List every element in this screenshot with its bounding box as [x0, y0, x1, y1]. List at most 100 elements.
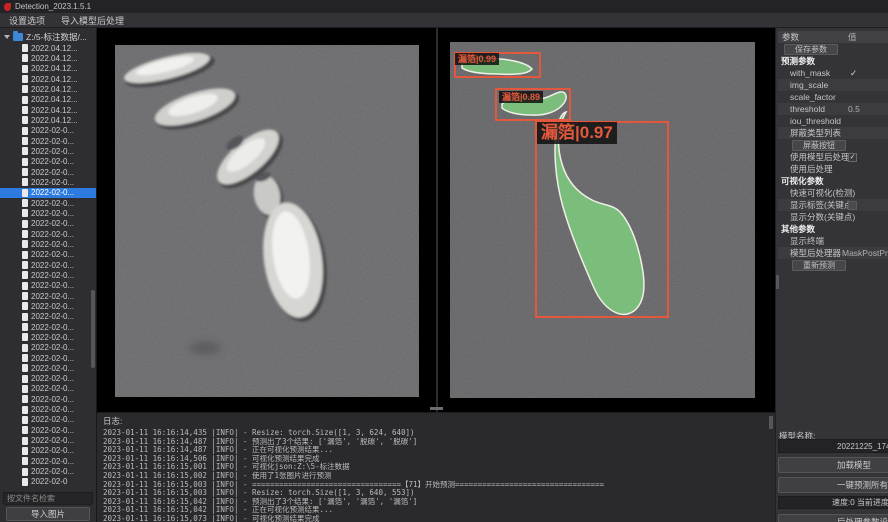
tree-item[interactable]: 2022.04.12... [0, 95, 96, 105]
file-icon [22, 168, 28, 176]
search-input[interactable] [3, 492, 93, 505]
file-icon [22, 209, 28, 217]
tree-item[interactable]: 2022-02-0... [0, 281, 96, 291]
check-icon[interactable]: ✓ [850, 68, 857, 79]
import-images-button[interactable]: 导入图片 [6, 507, 90, 521]
tree-item[interactable]: 2022-02-0... [0, 435, 96, 445]
predict-all-button[interactable]: 一键预测所有图片 [778, 477, 888, 493]
tree-item[interactable]: 2022-02-0... [0, 425, 96, 435]
load-model-button[interactable]: 加载模型 [778, 457, 888, 473]
tree-item[interactable]: 2022-02-0... [0, 384, 96, 394]
tree-item-label: 2022-02-0... [31, 178, 74, 187]
tree-item[interactable]: 2022-02-0 [0, 477, 96, 487]
param-row-show-terminal[interactable]: 显示终端 [778, 235, 888, 247]
tree-item[interactable]: 2022-02-0... [0, 291, 96, 301]
tree-item[interactable]: 2022-02-0... [0, 322, 96, 332]
tree-item-label: 2022-02-0... [31, 157, 74, 166]
tree-item[interactable]: 2022.04.12... [0, 64, 96, 74]
tree-item[interactable]: 2022-02-0... [0, 157, 96, 167]
tree-item[interactable]: 2022-02-0... [0, 312, 96, 322]
tree-item-label: 2022-02-0... [31, 137, 74, 146]
threshold-value[interactable]: 0.5 [848, 104, 860, 114]
param-row-mask-type-list[interactable]: 屏蔽类型列表 [778, 127, 888, 139]
tree-item[interactable]: 2022-02-0... [0, 177, 96, 187]
file-icon [22, 323, 28, 331]
log-scrollbar[interactable] [769, 416, 773, 429]
tree-item[interactable]: 2022.04.12... [0, 74, 96, 84]
tree-item[interactable]: 2022.04.12... [0, 43, 96, 53]
file-icon [22, 178, 28, 186]
tree-item[interactable]: 2022-02-0... [0, 332, 96, 342]
param-row-quick-vis[interactable]: 快速可视化(检测) [778, 187, 888, 199]
tree-item[interactable]: 2022-02-0... [0, 270, 96, 280]
tree-item[interactable]: 2022-02-0... [0, 250, 96, 260]
param-row-show-score[interactable]: 显示分数(关键点) [778, 211, 888, 223]
tree-item-label: 2022-02-0... [31, 281, 74, 290]
tree-item[interactable]: 2022-02-0... [0, 188, 96, 198]
tree-item[interactable]: 2022-02-0... [0, 446, 96, 456]
prediction-image-panel: 漏箔|0.99 漏箔|0.89 漏箔|0.97 [450, 42, 755, 398]
param-row-use-model-post[interactable]: 使用模型后处理 ✓ [778, 151, 888, 163]
tree-item[interactable]: 2022-02-0... [0, 198, 96, 208]
tree-item[interactable]: 2022-02-0... [0, 126, 96, 136]
model-post-processor-value[interactable]: MaskPostProc [842, 248, 888, 258]
param-row-with-mask[interactable]: with_mask ✓ [778, 67, 888, 79]
param-row-img-scale[interactable]: img_scale [778, 79, 888, 91]
parameter-panel-scrollbar[interactable] [776, 275, 779, 289]
log-line: 2023-01-11 16:16:15,073 |INFO| - 可视化预测结果… [103, 515, 775, 522]
postprocess-settings-button[interactable]: 后处理参数设置 [778, 514, 888, 522]
menu-import-postprocess[interactable]: 导入模型后处理 [61, 14, 124, 27]
file-icon [22, 447, 28, 455]
param-row-show-label[interactable]: 显示标签(关键点) [778, 199, 888, 211]
tree-item[interactable]: 2022-02-0... [0, 208, 96, 218]
param-row-use-post[interactable]: 使用后处理 [778, 163, 888, 175]
param-row-model-post-processor[interactable]: 模型后处理器 MaskPostProc [778, 247, 888, 259]
tree-item[interactable]: 2022-02-0... [0, 301, 96, 311]
menu-settings[interactable]: 设置选项 [9, 14, 45, 27]
tree-root-folder[interactable]: Z:/5-标注数据/... [0, 30, 96, 43]
viewer-divider-handle[interactable] [430, 407, 443, 410]
param-row-threshold[interactable]: threshold 0.5 [778, 103, 888, 115]
caret-down-icon[interactable] [4, 35, 10, 39]
tree-item[interactable]: 2022-02-0... [0, 167, 96, 177]
tree-item[interactable]: 2022.04.12... [0, 84, 96, 94]
tree-item[interactable]: 2022-02-0... [0, 466, 96, 476]
tree-item-label: 2022-02-0... [31, 354, 74, 363]
tree-item-list: 2022.04.12... 2022.04.12... 2022.04.12..… [0, 43, 96, 487]
tree-item[interactable]: 2022-02-0... [0, 415, 96, 425]
tree-item[interactable]: 2022-02-0... [0, 146, 96, 156]
mask-button[interactable]: 屏蔽按钮 [792, 140, 846, 151]
tree-item[interactable]: 2022-02-0... [0, 394, 96, 404]
tree-item-label: 2022-02-0... [31, 384, 74, 393]
tree-item[interactable]: 2022-02-0... [0, 363, 96, 373]
tree-item-label: 2022.04.12... [31, 85, 78, 94]
save-params-button[interactable]: 保存参数 [784, 44, 838, 55]
tree-item[interactable]: 2022.04.12... [0, 53, 96, 63]
window-title: Detection_2023.1.5.1 [15, 2, 91, 11]
tree-item[interactable]: 2022-02-0... [0, 404, 96, 414]
viewer-divider[interactable] [436, 28, 438, 412]
tree-scrollbar[interactable] [91, 290, 95, 368]
tree-item[interactable]: 2022-02-0... [0, 229, 96, 239]
repredict-button[interactable]: 重新预测 [792, 260, 846, 271]
tree-item[interactable]: 2022-02-0... [0, 136, 96, 146]
tree-item[interactable]: 2022-02-0... [0, 343, 96, 353]
detection-label: 漏箔|0.99 [455, 53, 499, 65]
tree-item[interactable]: 2022-02-0... [0, 239, 96, 249]
checkbox-unchecked[interactable] [848, 201, 857, 210]
tree-item-label: 2022-02-0... [31, 436, 74, 445]
tree-item[interactable]: 2022.04.12... [0, 105, 96, 115]
tree-item[interactable]: 2022-02-0... [0, 374, 96, 384]
tree-item[interactable]: 2022-02-0... [0, 353, 96, 363]
checkbox-checked[interactable]: ✓ [848, 153, 857, 162]
tree-item[interactable]: 2022-02-0... [0, 456, 96, 466]
tree-item-label: 2022-02-0... [31, 446, 74, 455]
tree-item[interactable]: 2022.04.12... [0, 115, 96, 125]
param-row-iou-threshold[interactable]: iou_threshold [778, 115, 888, 127]
detection-label: 漏箔|0.89 [499, 91, 543, 103]
param-row-scale-factor[interactable]: scale_factor [778, 91, 888, 103]
model-name-field[interactable]: 20221225_174813 [778, 439, 888, 453]
tree-item[interactable]: 2022-02-0... [0, 260, 96, 270]
tree-item-label: 2022.04.12... [31, 54, 78, 63]
tree-item[interactable]: 2022-02-0... [0, 219, 96, 229]
